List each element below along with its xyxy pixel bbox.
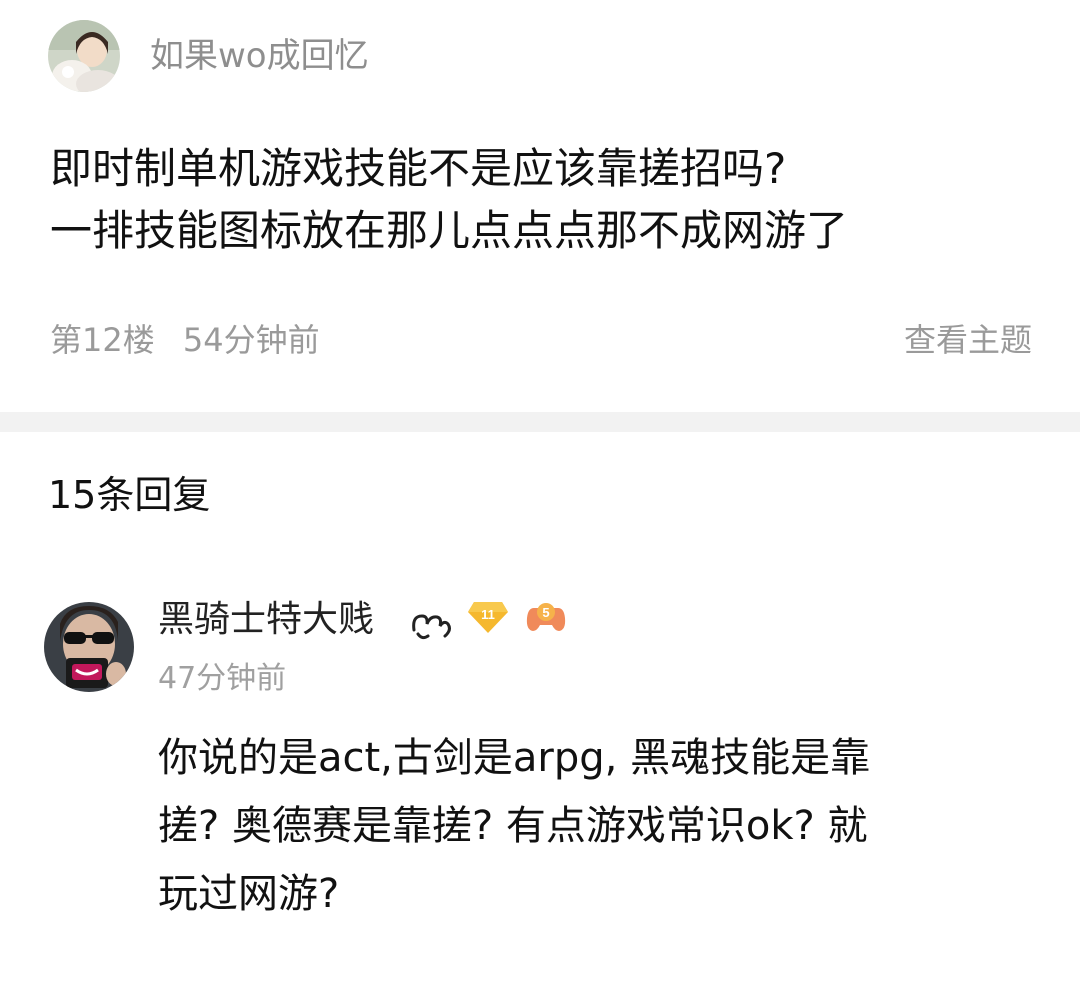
avatar-image <box>48 20 120 92</box>
reply-content: 你说的是act,古剑是arpg, 黑魂技能是靠 搓? 奥德赛是靠搓? 有点游戏常… <box>158 724 1038 928</box>
post-content-line: 一排技能图标放在那儿点点点那不成网游了 <box>50 206 849 255</box>
reply-content-line: 玩过网游? <box>158 871 340 917</box>
game-badge-number: 5 <box>542 605 549 620</box>
post-author-avatar[interactable] <box>48 20 120 92</box>
reply-count-heading: 15条回复 <box>48 473 211 517</box>
reply-time: 47分钟前 <box>158 661 287 696</box>
reply-author-avatar[interactable] <box>44 602 134 692</box>
post-content-line: 即时制单机游戏技能不是应该靠搓招吗? <box>50 144 787 193</box>
post-meta: 第12楼 54分钟前 <box>50 318 320 362</box>
gamepad-badge-icon[interactable]: 5 <box>524 598 568 636</box>
reply-author-name[interactable]: 黑骑士特大贱 <box>158 596 374 644</box>
level-badge-icon[interactable]: 11 <box>466 598 510 636</box>
section-divider <box>0 412 1080 432</box>
floor-number: 第12楼 <box>50 321 155 359</box>
original-post: 如果wo成回忆 即时制单机游戏技能不是应该靠搓招吗? 一排技能图标放在那儿点点点… <box>0 0 1080 412</box>
post-author-name[interactable]: 如果wo成回忆 <box>150 34 369 78</box>
level-number: 11 <box>481 607 495 622</box>
curl-glyph-icon <box>412 614 451 640</box>
view-thread-link[interactable]: 查看主题 <box>904 318 1032 362</box>
avatar-image <box>44 602 134 692</box>
post-content: 即时制单机游戏技能不是应该靠搓招吗? 一排技能图标放在那儿点点点那不成网游了 <box>50 138 1040 262</box>
post-time: 54分钟前 <box>182 321 320 359</box>
reply-content-line: 搓? 奥德赛是靠搓? 有点游戏常识ok? 就 <box>158 803 868 849</box>
reply-content-line: 你说的是act,古剑是arpg, 黑魂技能是靠 <box>158 735 871 781</box>
